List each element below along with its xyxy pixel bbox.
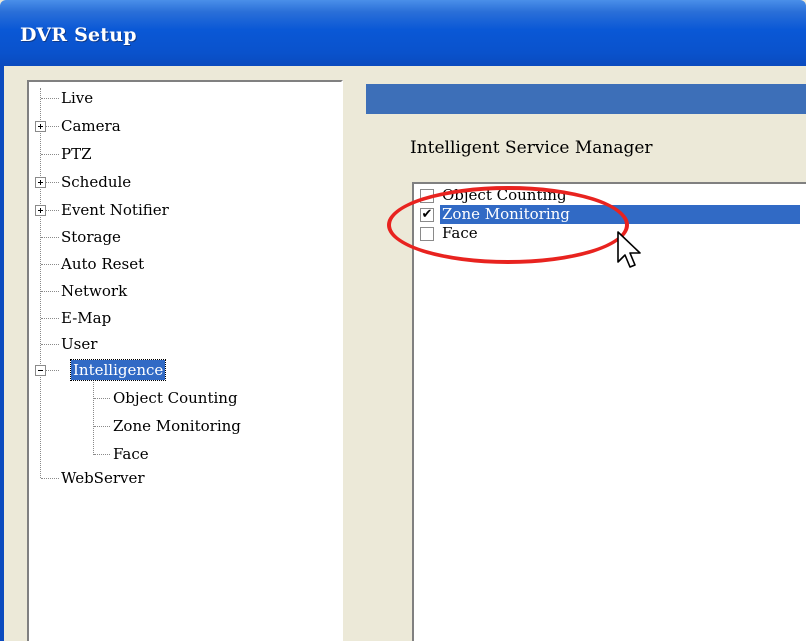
tree-connector xyxy=(41,318,59,319)
tree-item-label: Auto Reset xyxy=(61,255,145,273)
tree-item-intelligence[interactable]: Intelligence xyxy=(69,359,167,381)
tree-connector xyxy=(41,478,59,479)
service-list[interactable]: Object Counting ✔ Zone Monitoring Face xyxy=(412,182,806,641)
title-bar: DVR Setup xyxy=(0,0,806,66)
tree-connector xyxy=(40,88,41,478)
tree-connector xyxy=(41,291,59,292)
section-title: Intelligent Service Manager xyxy=(410,138,653,158)
tree-item-label: E-Map xyxy=(61,309,112,327)
expand-camera-icon[interactable] xyxy=(35,121,46,132)
dvr-setup-window: DVR Setup Live Camera PTZ Schedule Event… xyxy=(0,0,806,641)
service-item-face[interactable]: Face xyxy=(420,224,806,243)
panel-header-strip xyxy=(366,84,806,114)
tree-item-label: Object Counting xyxy=(113,389,238,407)
tree-item-camera[interactable]: Camera xyxy=(59,116,123,136)
tree-item-label: Camera xyxy=(61,117,121,135)
tree-item-zone-monitoring[interactable]: Zone Monitoring xyxy=(111,416,243,436)
tree-item-schedule[interactable]: Schedule xyxy=(59,172,133,192)
tree-item-label: Zone Monitoring xyxy=(113,417,241,435)
settings-tree[interactable]: Live Camera PTZ Schedule Event Notifier … xyxy=(27,80,343,641)
tree-connector xyxy=(41,344,59,345)
tree-connector xyxy=(41,154,59,155)
service-label: Face xyxy=(442,224,478,242)
expand-schedule-icon[interactable] xyxy=(35,177,46,188)
zone-monitoring-checkbox[interactable]: ✔ xyxy=(420,208,434,222)
expand-event-notifier-icon[interactable] xyxy=(35,205,46,216)
tree-item-label: User xyxy=(61,335,98,353)
tree-item-object-counting[interactable]: Object Counting xyxy=(111,388,240,408)
tree-item-event-notifier[interactable]: Event Notifier xyxy=(59,200,171,220)
object-counting-checkbox[interactable] xyxy=(420,189,434,203)
tree-item-user[interactable]: User xyxy=(59,334,99,354)
tree-connector xyxy=(94,426,110,427)
tree-connector xyxy=(41,264,59,265)
tree-item-ptz[interactable]: PTZ xyxy=(59,144,94,164)
content-panel: Intelligent Service Manager Object Count… xyxy=(362,80,806,641)
tree-item-webserver[interactable]: WebServer xyxy=(59,468,147,488)
tree-item-face[interactable]: Face xyxy=(111,444,151,464)
tree-item-label: Face xyxy=(113,445,149,463)
tree-item-label: Live xyxy=(61,89,94,107)
tree-connector xyxy=(94,454,110,455)
service-item-zone-monitoring[interactable]: ✔ Zone Monitoring xyxy=(420,205,806,224)
tree-connector xyxy=(41,98,59,99)
window-frame-edge xyxy=(0,66,4,641)
service-item-object-counting[interactable]: Object Counting xyxy=(420,186,806,205)
collapse-intelligence-icon[interactable] xyxy=(35,365,46,376)
tree-item-storage[interactable]: Storage xyxy=(59,227,123,247)
face-checkbox[interactable] xyxy=(420,227,434,241)
tree-item-label: PTZ xyxy=(61,145,92,163)
tree-item-live[interactable]: Live xyxy=(59,88,95,108)
tree-item-e-map[interactable]: E-Map xyxy=(59,308,113,328)
tree-item-label: Storage xyxy=(61,228,121,246)
tree-item-network[interactable]: Network xyxy=(59,281,129,301)
tree-item-label: WebServer xyxy=(61,469,145,487)
tree-connector xyxy=(94,398,110,399)
tree-item-label: Event Notifier xyxy=(61,201,169,219)
tree-item-label: Intelligence xyxy=(73,361,164,379)
service-label: Object Counting xyxy=(442,186,567,204)
tree-item-auto-reset[interactable]: Auto Reset xyxy=(59,254,146,274)
tree-item-label: Schedule xyxy=(61,173,132,191)
tree-item-label: Network xyxy=(61,282,128,300)
window-title: DVR Setup xyxy=(20,24,137,46)
tree-connector xyxy=(93,378,94,455)
service-label: Zone Monitoring xyxy=(440,205,800,224)
tree-connector xyxy=(41,237,59,238)
